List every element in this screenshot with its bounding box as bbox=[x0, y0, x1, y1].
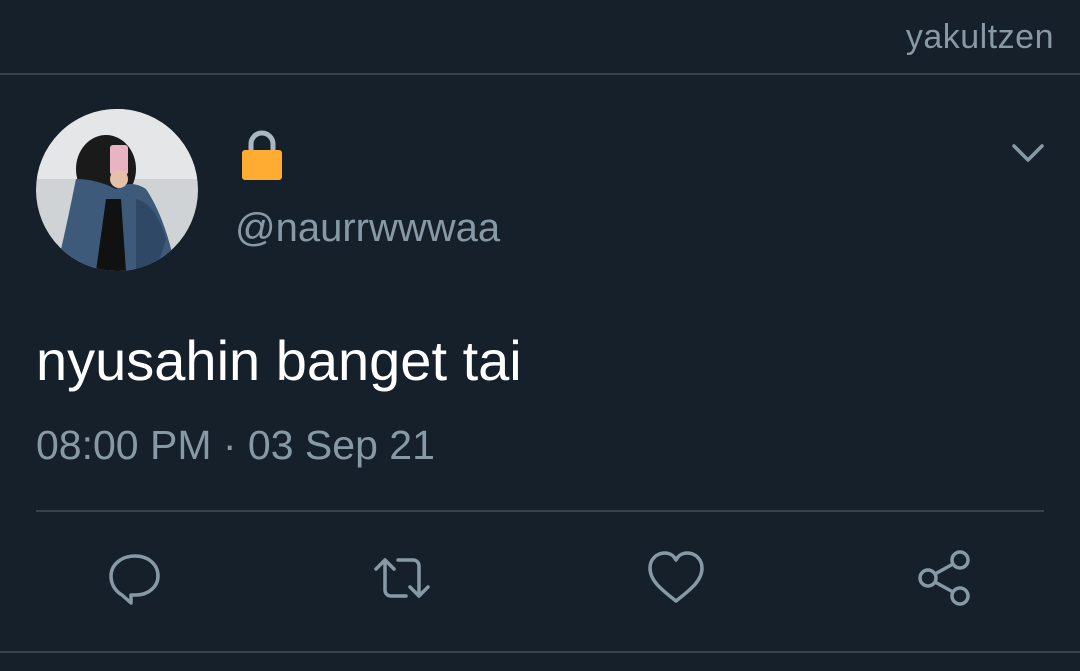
reply-button[interactable] bbox=[105, 548, 165, 608]
tweet-text: nyusahin banget tai bbox=[36, 329, 522, 392]
like-button[interactable] bbox=[646, 548, 706, 608]
watermark: yakultzen bbox=[905, 18, 1054, 56]
heart-icon bbox=[648, 551, 704, 603]
avatar-image bbox=[36, 109, 198, 271]
tweet-timestamp: 08:00 PM · 03 Sep 21 bbox=[36, 422, 435, 468]
bottom-divider bbox=[0, 651, 1080, 653]
action-divider bbox=[36, 510, 1044, 512]
reply-icon bbox=[109, 554, 160, 605]
retweet-icon bbox=[374, 558, 430, 598]
retweet-button[interactable] bbox=[372, 548, 432, 608]
lock-icon bbox=[242, 130, 282, 180]
chevron-down-icon[interactable] bbox=[1010, 140, 1046, 166]
share-button[interactable] bbox=[915, 548, 975, 608]
avatar[interactable] bbox=[36, 109, 198, 271]
user-handle[interactable]: @naurrwwwaa bbox=[235, 206, 500, 251]
top-divider bbox=[0, 73, 1080, 75]
share-icon bbox=[918, 550, 970, 606]
